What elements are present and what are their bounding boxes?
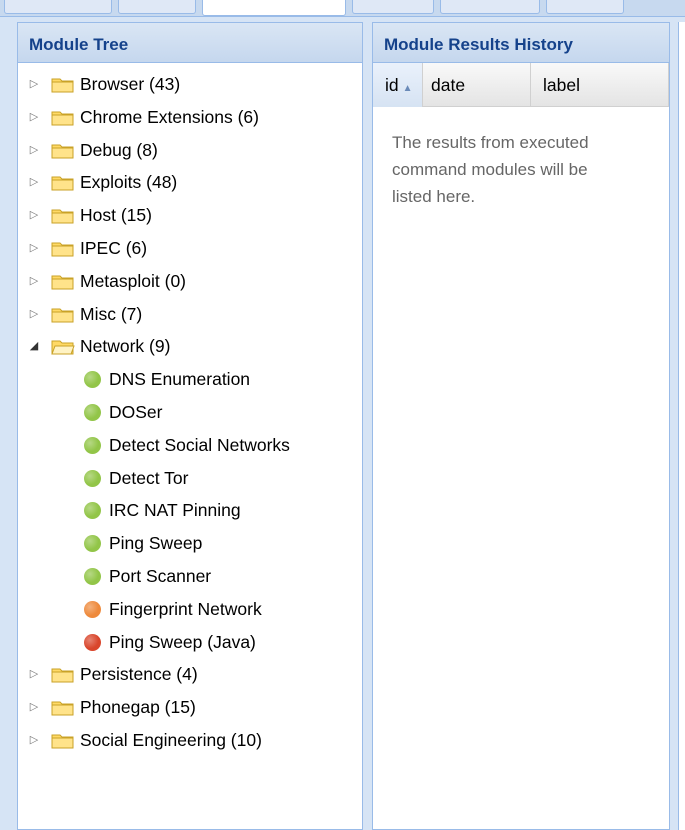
tree-folder-label: Persistence (4) bbox=[80, 664, 198, 685]
tree-folder-metasploit-0[interactable]: ▷ Metasploit (0) bbox=[18, 265, 362, 298]
tree-module-port-scanner[interactable]: Port Scanner bbox=[18, 560, 362, 593]
folder-icon bbox=[51, 174, 75, 191]
tree-module-doser[interactable]: DOSer bbox=[18, 396, 362, 429]
tree-folder-browser-43[interactable]: ▷ Browser (43) bbox=[18, 68, 362, 101]
module-status-icon bbox=[84, 535, 101, 553]
tree-folder-persistence-4[interactable]: ▷ Persistence (4) bbox=[18, 658, 362, 691]
tree-folder-ipec-6[interactable]: ▷ IPEC (6) bbox=[18, 232, 362, 265]
column-header-label[interactable]: label bbox=[531, 63, 669, 107]
tree-folder-label: IPEC (6) bbox=[80, 237, 148, 258]
tree-folder-exploits-48[interactable]: ▷ Exploits (48) bbox=[18, 166, 362, 199]
expand-arrow-icon[interactable]: ▷ bbox=[28, 68, 40, 100]
tree-module-dns-enumeration[interactable]: DNS Enumeration bbox=[18, 363, 362, 396]
sort-ascending-icon: ▲ bbox=[402, 83, 413, 94]
tab-1[interactable] bbox=[4, 0, 112, 14]
folder-icon bbox=[51, 240, 75, 257]
folder-icon bbox=[51, 142, 75, 159]
tree-module-label: Detect Social Networks bbox=[109, 434, 290, 455]
tree-folder-misc-7[interactable]: ▷ Misc (7) bbox=[18, 298, 362, 331]
tree-folder-chrome-extensions-6[interactable]: ▷ Chrome Extensions (6) bbox=[18, 101, 362, 134]
module-tree: ▷ Browser (43) ▷ Chrome Extensions (6) ▷ Debu… bbox=[18, 63, 362, 757]
tree-folder-label: Network (9) bbox=[80, 336, 171, 357]
tree-folder-label: Misc (7) bbox=[80, 303, 143, 324]
tree-folder-label: Social Engineering (10) bbox=[80, 729, 262, 750]
folder-open-icon bbox=[51, 338, 75, 355]
module-status-icon bbox=[84, 371, 101, 389]
module-tree-title: Module Tree bbox=[18, 23, 362, 63]
expand-arrow-icon[interactable]: ▷ bbox=[28, 101, 40, 133]
tree-folder-label: Phonegap (15) bbox=[80, 697, 196, 718]
expand-arrow-icon[interactable]: ▷ bbox=[28, 298, 40, 330]
tree-folder-debug-8[interactable]: ▷ Debug (8) bbox=[18, 134, 362, 167]
folder-icon bbox=[51, 76, 75, 93]
tree-module-detect-tor[interactable]: Detect Tor bbox=[18, 462, 362, 495]
tree-module-label: Ping Sweep bbox=[109, 533, 203, 554]
tree-module-label: DOSer bbox=[109, 401, 163, 422]
expand-arrow-icon[interactable]: ▷ bbox=[28, 265, 40, 297]
folder-icon bbox=[51, 666, 75, 683]
column-date-label: date bbox=[431, 75, 466, 95]
tree-module-label: DNS Enumeration bbox=[109, 369, 251, 390]
tab-commands[interactable] bbox=[202, 0, 346, 16]
column-label-label: label bbox=[543, 75, 580, 95]
folder-icon bbox=[51, 306, 75, 323]
tree-folder-label: Chrome Extensions (6) bbox=[80, 106, 259, 127]
tree-module-ping-sweep-java[interactable]: Ping Sweep (Java) bbox=[18, 626, 362, 659]
tab-4[interactable] bbox=[352, 0, 434, 14]
module-status-icon bbox=[84, 567, 101, 585]
module-status-icon bbox=[84, 469, 101, 487]
column-id-label: id bbox=[385, 75, 399, 95]
tree-module-label: Port Scanner bbox=[109, 565, 212, 586]
module-results-panel: Module Results History id ▲ date label Th… bbox=[372, 22, 670, 830]
tab-6[interactable] bbox=[546, 0, 624, 14]
module-status-icon bbox=[84, 403, 101, 421]
expand-arrow-icon[interactable]: ▷ bbox=[28, 724, 40, 756]
module-status-icon bbox=[84, 502, 101, 520]
expand-arrow-icon[interactable]: ▷ bbox=[28, 199, 40, 231]
expand-arrow-icon[interactable]: ▷ bbox=[28, 134, 40, 166]
module-status-icon bbox=[84, 600, 101, 618]
expand-arrow-icon[interactable]: ▷ bbox=[28, 232, 40, 264]
folder-icon bbox=[51, 109, 75, 126]
tree-module-fingerprint-network[interactable]: Fingerprint Network bbox=[18, 593, 362, 626]
tab-5[interactable] bbox=[440, 0, 540, 14]
folder-icon bbox=[51, 207, 75, 224]
tree-folder-label: Debug (8) bbox=[80, 139, 158, 160]
tree-folder-social-engineering-10[interactable]: ▷ Social Engineering (10) bbox=[18, 724, 362, 757]
tree-module-label: Fingerprint Network bbox=[109, 598, 262, 619]
tab-strip bbox=[0, 0, 685, 17]
folder-icon bbox=[51, 273, 75, 290]
tree-module-irc-nat-pinning[interactable]: IRC NAT Pinning bbox=[18, 494, 362, 527]
expand-arrow-icon[interactable]: ▷ bbox=[28, 658, 40, 690]
results-empty-message: The results from executed command module… bbox=[392, 133, 589, 206]
tree-module-ping-sweep[interactable]: Ping Sweep bbox=[18, 527, 362, 560]
tree-module-label: Detect Tor bbox=[109, 467, 189, 488]
tree-folder-label: Metasploit (0) bbox=[80, 270, 187, 291]
tree-folder-host-15[interactable]: ▷ Host (15) bbox=[18, 199, 362, 232]
tree-folder-label: Browser (43) bbox=[80, 74, 181, 94]
expand-arrow-icon[interactable]: ▷ bbox=[28, 691, 40, 723]
tab-2[interactable] bbox=[118, 0, 196, 14]
tree-folder-phonegap-15[interactable]: ▷ Phonegap (15) bbox=[18, 691, 362, 724]
folder-icon bbox=[51, 699, 75, 716]
column-header-date[interactable]: date bbox=[423, 63, 531, 107]
tree-module-label: IRC NAT Pinning bbox=[109, 500, 241, 521]
column-header-id[interactable]: id ▲ bbox=[373, 63, 423, 107]
expand-arrow-icon[interactable]: ▷ bbox=[28, 166, 40, 198]
tree-folder-network-9[interactable]: ◢ Network (9) bbox=[18, 330, 362, 363]
collapse-arrow-icon[interactable]: ◢ bbox=[28, 330, 40, 362]
tree-folder-label: Host (15) bbox=[80, 205, 152, 226]
right-panel-edge bbox=[678, 22, 685, 830]
folder-icon bbox=[51, 732, 75, 749]
tree-folder-label: Exploits (48) bbox=[80, 172, 178, 193]
module-status-icon bbox=[84, 633, 101, 651]
tree-module-detect-social-networks[interactable]: Detect Social Networks bbox=[18, 429, 362, 462]
module-results-title: Module Results History bbox=[373, 23, 669, 63]
results-grid-header: id ▲ date label bbox=[373, 63, 669, 107]
module-status-icon bbox=[84, 436, 101, 454]
module-tree-panel: Module Tree ▷ Browser (43) ▷ Chrome Extensi… bbox=[17, 22, 363, 830]
tree-module-label: Ping Sweep (Java) bbox=[109, 631, 256, 652]
